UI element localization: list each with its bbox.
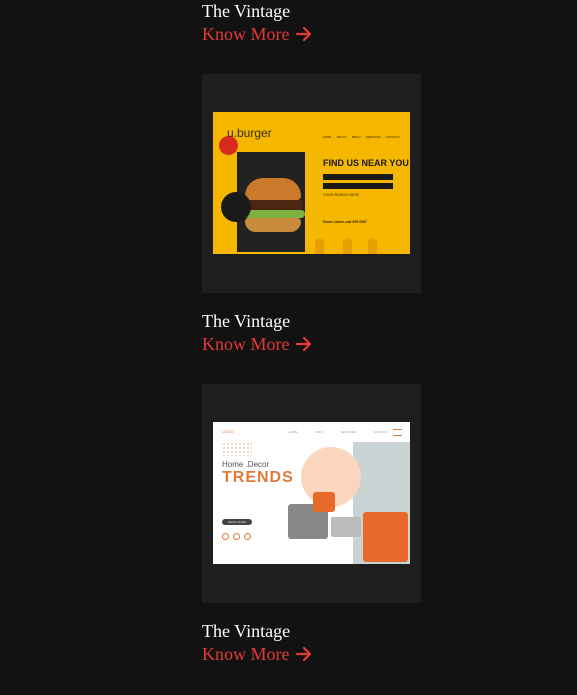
- know-more-label: Know More: [202, 644, 290, 664]
- portfolio-card[interactable]: LOGO HOME INFO SERVICES CONTACT Home .De…: [202, 384, 421, 603]
- burger-heading: FIND US NEAR YOU: [323, 158, 409, 168]
- decor-thumbnail: LOGO HOME INFO SERVICES CONTACT Home .De…: [213, 422, 410, 564]
- burger-thumbnail: u.burger HOME ABOUT MENU SERVICES CONTAC…: [213, 112, 410, 254]
- burger-graphic: [245, 178, 301, 200]
- burger-logo: u.burger: [227, 126, 272, 140]
- decor-headline: TRENDS: [222, 469, 294, 486]
- know-more-label: Know More: [202, 24, 290, 44]
- know-more-link[interactable]: Know More: [202, 333, 312, 355]
- item-title: The Vintage: [202, 1, 291, 21]
- arrow-right-icon: [295, 646, 311, 662]
- arrow-right-icon: [295, 26, 311, 42]
- know-more-label: Know More: [202, 334, 290, 354]
- know-more-link[interactable]: Know More: [202, 23, 312, 45]
- portfolio-card[interactable]: u.burger HOME ABOUT MENU SERVICES CONTAC…: [202, 74, 421, 293]
- armchair-graphic: [363, 512, 408, 562]
- decor-logo: LOGO: [222, 429, 234, 434]
- menu-icon: [393, 429, 402, 436]
- item-title: The Vintage: [202, 621, 291, 641]
- instagram-icon: [244, 533, 251, 540]
- decor-nav: HOME INFO SERVICES CONTACT: [288, 430, 388, 434]
- decor-read-more: READ MORE: [222, 519, 252, 525]
- twitter-icon: [233, 533, 240, 540]
- decor-heading: Home .Decor: [222, 460, 270, 469]
- burger-nav: HOME ABOUT MENU SERVICES CONTACT: [322, 135, 400, 139]
- know-more-link[interactable]: Know More: [202, 643, 312, 665]
- facebook-icon: [222, 533, 229, 540]
- arrow-right-icon: [295, 336, 311, 352]
- item-title: The Vintage: [202, 311, 291, 331]
